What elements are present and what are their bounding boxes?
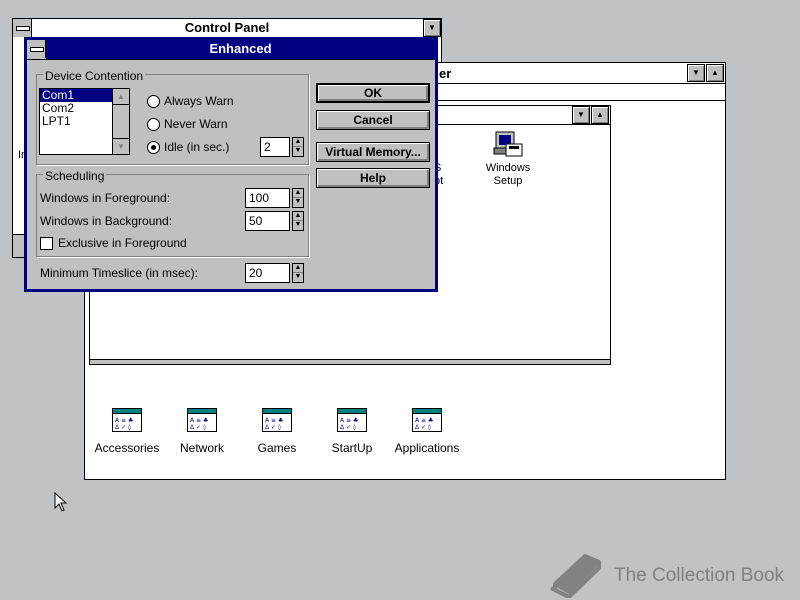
spin-down-icon[interactable]: ▼	[293, 198, 303, 207]
spin-down-icon[interactable]: ▼	[293, 221, 303, 230]
svg-text:A ≡ ♣: A ≡ ♣	[340, 417, 358, 424]
control-panel-title: Control Panel	[32, 19, 422, 38]
network-group-label[interactable]: Network	[162, 441, 242, 455]
control-panel-minimize-button[interactable]: ▼	[423, 19, 441, 37]
idle-seconds-field[interactable]: 2	[260, 137, 290, 157]
foreground-label: Windows in Foreground:	[40, 191, 171, 205]
program-manager-maximize-button[interactable]: ▲	[706, 64, 724, 82]
startup-group-icon[interactable]: A ≡ ♣ Δ ✓ ◊	[337, 408, 367, 432]
svg-text:Δ ✓ ◊: Δ ✓ ◊	[415, 424, 431, 431]
virtual-memory-button[interactable]: Virtual Memory...	[316, 142, 430, 162]
svg-text:Δ ✓ ◊: Δ ✓ ◊	[265, 424, 281, 431]
device-contention-label: Device Contention	[43, 69, 146, 83]
scroll-up-arrow-icon[interactable]: ▲	[113, 89, 129, 105]
spin-down-icon[interactable]: ▼	[293, 273, 303, 282]
applications-group-label[interactable]: Applications	[387, 441, 467, 455]
spin-up-icon[interactable]: ▲	[293, 189, 303, 198]
startup-group-label[interactable]: StartUp	[312, 441, 392, 455]
spin-down-icon[interactable]: ▼	[293, 147, 303, 156]
port-listbox[interactable]: Com1 Com2 LPT1 ▲ ▼	[39, 88, 130, 155]
foreground-spinner[interactable]: ▲ ▼	[292, 188, 304, 208]
svg-text:A ≡ ♣: A ≡ ♣	[115, 417, 133, 424]
background-label: Windows in Background:	[40, 214, 173, 228]
timeslice-field[interactable]: 20	[245, 263, 290, 283]
applications-group-icon[interactable]: A ≡ ♣ Δ ✓ ◊	[412, 408, 442, 432]
group-window-maximize-button[interactable]: ▲	[591, 106, 609, 124]
scheduling-label: Scheduling	[43, 169, 107, 183]
timeslice-label: Minimum Timeslice (in msec):	[40, 266, 199, 280]
idle-label[interactable]: Idle (in sec.)	[164, 140, 229, 154]
spin-up-icon[interactable]: ▲	[293, 212, 303, 221]
exclusive-foreground-label[interactable]: Exclusive in Foreground	[58, 236, 187, 250]
group-window-bottom	[90, 359, 610, 364]
book-logo-icon	[550, 554, 601, 598]
background-spinner[interactable]: ▲ ▼	[292, 211, 304, 231]
network-group-icon[interactable]: A ≡ ♣ Δ ✓ ◊	[187, 408, 217, 432]
svg-text:A ≡ ♣: A ≡ ♣	[190, 417, 208, 424]
foreground-field[interactable]: 100	[245, 188, 290, 208]
help-button[interactable]: Help	[316, 168, 430, 188]
svg-text:Δ ✓ ◊: Δ ✓ ◊	[340, 424, 356, 431]
port-list-scrollbar[interactable]: ▲ ▼	[112, 89, 129, 154]
ok-button[interactable]: OK	[316, 83, 430, 103]
enhanced-dialog: Enhanced Device Contention Com1 Com2 LPT…	[24, 37, 438, 292]
timeslice-spinner[interactable]: ▲ ▼	[292, 263, 304, 283]
svg-text:A ≡ ♣: A ≡ ♣	[265, 417, 283, 424]
control-panel-system-menu[interactable]	[13, 19, 32, 37]
exclusive-foreground-checkbox[interactable]	[40, 237, 53, 250]
svg-text:A ≡ ♣: A ≡ ♣	[415, 417, 433, 424]
idle-radio[interactable]	[147, 141, 160, 154]
accessories-group-icon[interactable]: A ≡ ♣ Δ ✓ ◊	[112, 408, 142, 432]
windows-setup-icon[interactable]	[490, 130, 526, 162]
dialog-system-menu[interactable]	[27, 40, 46, 58]
spin-up-icon[interactable]: ▲	[293, 138, 303, 147]
program-manager-minimize-button[interactable]: ▼	[687, 64, 705, 82]
svg-text:Δ ✓ ◊: Δ ✓ ◊	[190, 424, 206, 431]
accessories-group-label[interactable]: Accessories	[87, 441, 167, 455]
watermark-text: The Collection Book	[614, 565, 785, 586]
never-warn-radio[interactable]	[147, 118, 160, 131]
cancel-button[interactable]: Cancel	[316, 110, 430, 130]
games-group-icon[interactable]: A ≡ ♣ Δ ✓ ◊	[262, 408, 292, 432]
background-field[interactable]: 50	[245, 211, 290, 231]
dialog-title-divider	[27, 59, 435, 60]
program-manager-title: er	[439, 66, 452, 81]
always-warn-label[interactable]: Always Warn	[164, 94, 234, 108]
mouse-pointer-icon	[54, 492, 68, 512]
dialog-title: Enhanced	[46, 40, 435, 59]
idle-seconds-spinner[interactable]: ▲ ▼	[292, 137, 304, 157]
scroll-down-arrow-icon[interactable]: ▼	[113, 138, 129, 154]
spin-up-icon[interactable]: ▲	[293, 264, 303, 273]
group-window-minimize-button[interactable]: ▼	[572, 106, 590, 124]
always-warn-radio[interactable]	[147, 95, 160, 108]
never-warn-label[interactable]: Never Warn	[164, 117, 228, 131]
windows-setup-label: Windows Setup	[485, 162, 531, 187]
svg-text:Δ ✓ ◊: Δ ✓ ◊	[115, 424, 131, 431]
games-group-label[interactable]: Games	[237, 441, 317, 455]
